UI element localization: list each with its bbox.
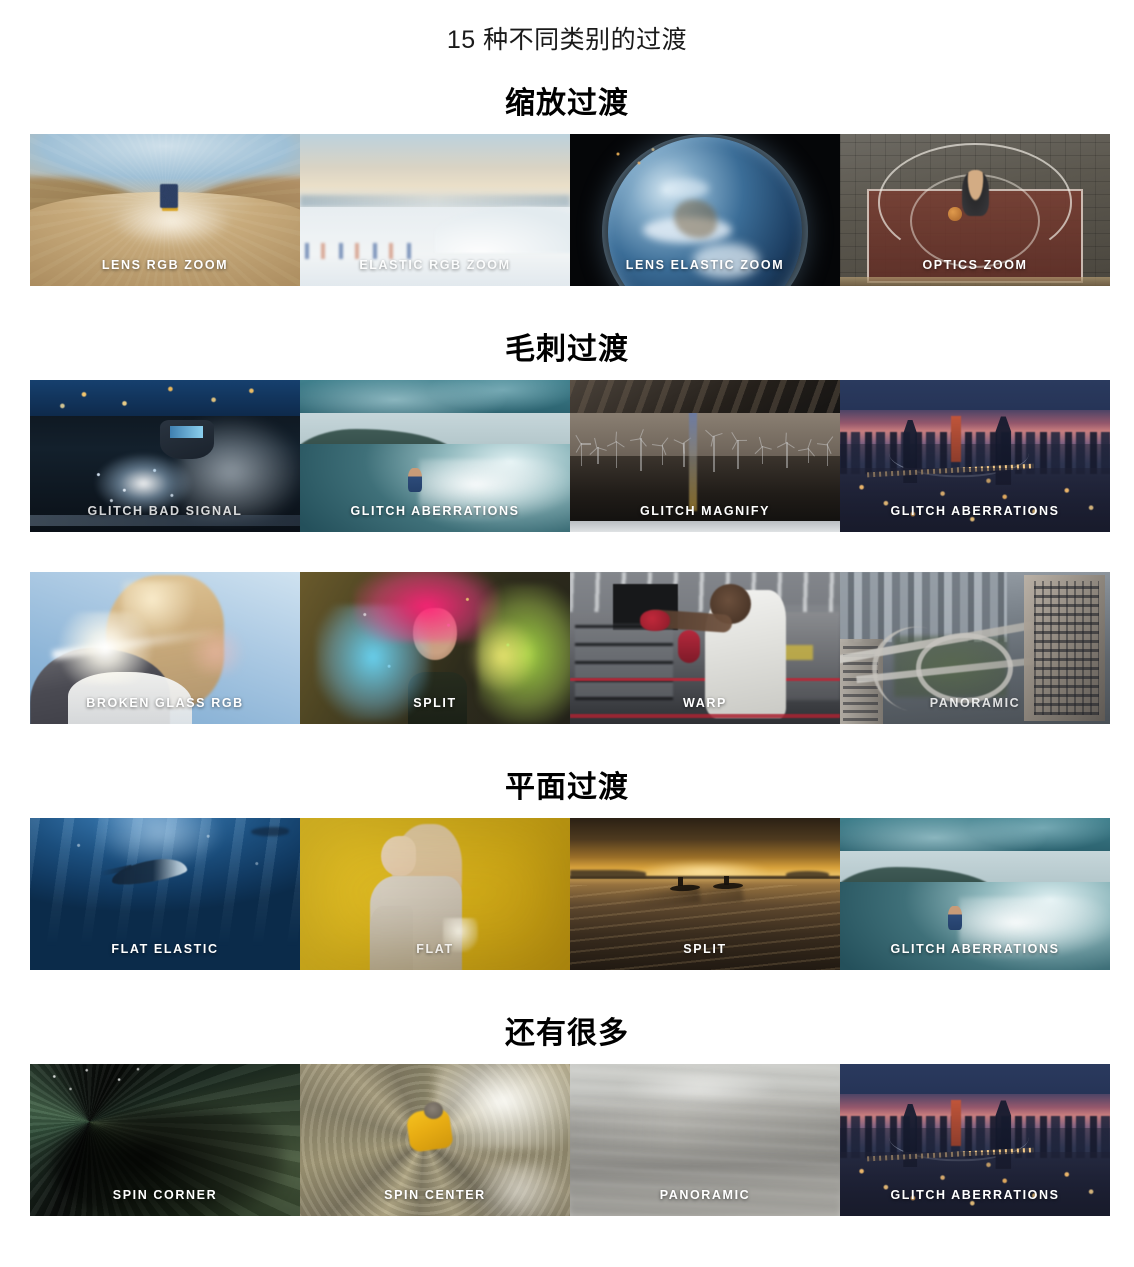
transition-label: GLITCH ABERRATIONS [890,504,1060,518]
transition-label: OPTICS ZOOM [922,258,1028,272]
transition-card[interactable]: GLITCH MAGNIFY [570,380,840,532]
transition-label: FLAT [416,942,454,956]
transition-card[interactable]: LENS ELASTIC ZOOM [570,134,840,286]
transition-label: LENS ELASTIC ZOOM [625,258,785,272]
transition-label: LENS RGB ZOOM [101,258,229,272]
transition-card[interactable]: GLITCH BAD SIGNAL [30,380,300,532]
thumbnail-row-4: SPIN CORNER SPIN CENTER PANORAMIC GLITCH AB… [0,1064,1134,1216]
transition-card[interactable]: PANORAMIC [570,1064,840,1216]
transition-card[interactable]: GLITCH ABERRATIONS [840,818,1110,970]
transition-card[interactable]: BROKEN GLASS RGB [30,572,300,724]
thumbnail-row-2: BROKEN GLASS RGB SPLIT WARP PANORAMIC [0,572,1134,724]
section-heading-1: 毛刺过渡 [505,333,629,366]
transition-card[interactable]: GLITCH ABERRATIONS [840,1064,1110,1216]
transition-label: ELASTIC RGB ZOOM [359,258,511,272]
transition-card[interactable]: SPLIT [300,572,570,724]
transition-label: GLITCH ABERRATIONS [890,1188,1060,1202]
section-heading-0: 缩放过渡 [505,87,629,120]
transition-label: SPLIT [683,942,727,956]
transition-label: GLITCH ABERRATIONS [350,504,520,518]
page-title: 15 种不同类别的过渡 [446,26,688,54]
transition-card[interactable]: OPTICS ZOOM [840,134,1110,286]
transition-card[interactable]: LENS RGB ZOOM [30,134,300,286]
transition-card[interactable]: SPIN CORNER [30,1064,300,1216]
transition-card[interactable]: FLAT [300,818,570,970]
transition-card[interactable]: GLITCH ABERRATIONS [840,380,1110,532]
transition-label: WARP [683,696,727,710]
transition-card[interactable]: PANORAMIC [840,572,1110,724]
thumbnail-row-0: LENS RGB ZOOM ELASTIC RGB ZOOM LENS ELASTI… [0,134,1134,286]
transition-label: FLAT ELASTIC [111,942,219,956]
transition-label: BROKEN GLASS RGB [86,696,244,710]
section-heading-3: 平面过渡 [505,771,629,804]
transition-card[interactable]: ELASTIC RGB ZOOM [300,134,570,286]
transition-label: SPLIT [413,696,457,710]
transition-card[interactable]: GLITCH ABERRATIONS [300,380,570,532]
transition-label: GLITCH ABERRATIONS [890,942,1060,956]
transition-label: GLITCH MAGNIFY [639,504,771,518]
transition-label: SPIN CENTER [384,1188,486,1202]
transition-card[interactable]: WARP [570,572,840,724]
transition-card[interactable]: FLAT ELASTIC [30,818,300,970]
transition-label: PANORAMIC [659,1188,751,1202]
transition-label: SPIN CORNER [112,1188,218,1202]
thumbnail-row-3: FLAT ELASTIC FLAT SPLIT GLITCH ABERRATIONS [0,818,1134,970]
transition-label: PANORAMIC [929,696,1021,710]
transition-card[interactable]: SPLIT [570,818,840,970]
transition-label: GLITCH BAD SIGNAL [87,504,243,518]
transition-card[interactable]: SPIN CENTER [300,1064,570,1216]
thumbnail-row-1: GLITCH BAD SIGNAL GLITCH ABERRATIONS GLITC… [0,380,1134,532]
section-heading-4: 还有很多 [505,1017,629,1050]
transitions-gallery: 缩放过渡 LENS RGB ZOOM ELASTIC RGB ZOOM LENS EL… [0,78,1134,1216]
